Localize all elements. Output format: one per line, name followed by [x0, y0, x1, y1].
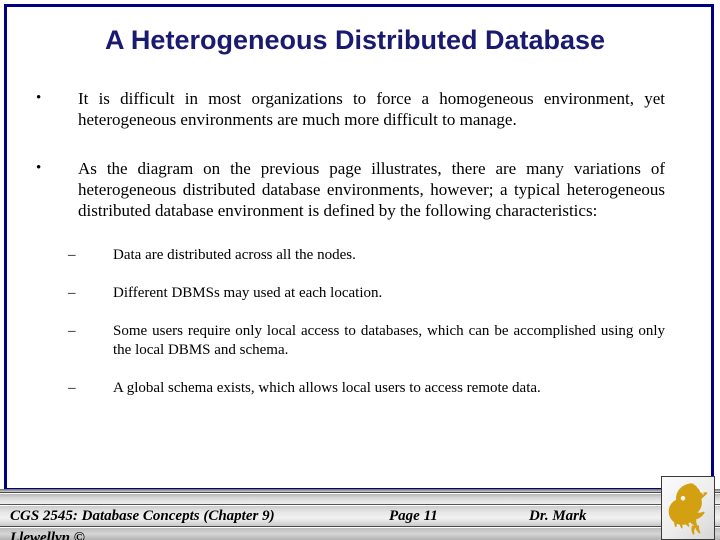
sub-bullet-text: Data are distributed across all the node…	[113, 247, 356, 263]
footer-course-label: CGS 2545: Database Concepts (Chapter 9)	[10, 508, 275, 524]
ucf-pegasus-logo-icon	[668, 483, 708, 535]
sub-bullet-item-3: – Some users require only local access t…	[0, 322, 720, 360]
sub-bullet-text: Some users require only local access to …	[113, 323, 665, 358]
footer-page-number: Page 11	[389, 508, 438, 524]
bullet-marker: •	[36, 90, 42, 106]
sub-bullet-item-2: – Different DBMSs may used at each locat…	[0, 284, 720, 303]
page-title: A Heterogeneous Distributed Database	[104, 25, 606, 55]
slide-footer: CGS 2545: Database Concepts (Chapter 9) …	[0, 489, 720, 540]
sub-bullet-text: A global schema exists, which allows loc…	[113, 380, 541, 396]
sub-bullet-marker: –	[68, 323, 76, 339]
bullet-marker: •	[36, 160, 42, 176]
bullet-text: As the diagram on the previous page illu…	[78, 159, 665, 220]
bullet-item-2: • As the diagram on the previous page il…	[0, 158, 720, 221]
footer-band-top	[0, 489, 720, 493]
sub-bullet-item-1: – Data are distributed across all the no…	[0, 246, 720, 265]
sub-bullet-item-4: – A global schema exists, which allows l…	[0, 379, 720, 398]
footer-author-name: Dr. Mark	[529, 508, 587, 524]
sub-bullet-marker: –	[68, 285, 76, 301]
footer-band-bottom	[0, 528, 720, 540]
sub-bullet-marker: –	[68, 380, 76, 396]
presentation-slide: A Heterogeneous Distributed Database • I…	[0, 0, 720, 540]
sub-bullet-text: Different DBMSs may used at each locatio…	[113, 285, 383, 301]
bullet-text: It is difficult in most organizations to…	[78, 89, 665, 129]
slide-body: • It is difficult in most organizations …	[0, 88, 720, 404]
bullet-item-1: • It is difficult in most organizations …	[0, 88, 720, 130]
ucf-pegasus-logo-container	[661, 476, 715, 540]
footer-author-name-line2: Llewellyn ©	[10, 530, 85, 540]
footer-band-middle	[0, 494, 720, 505]
sub-bullet-marker: –	[68, 247, 76, 263]
